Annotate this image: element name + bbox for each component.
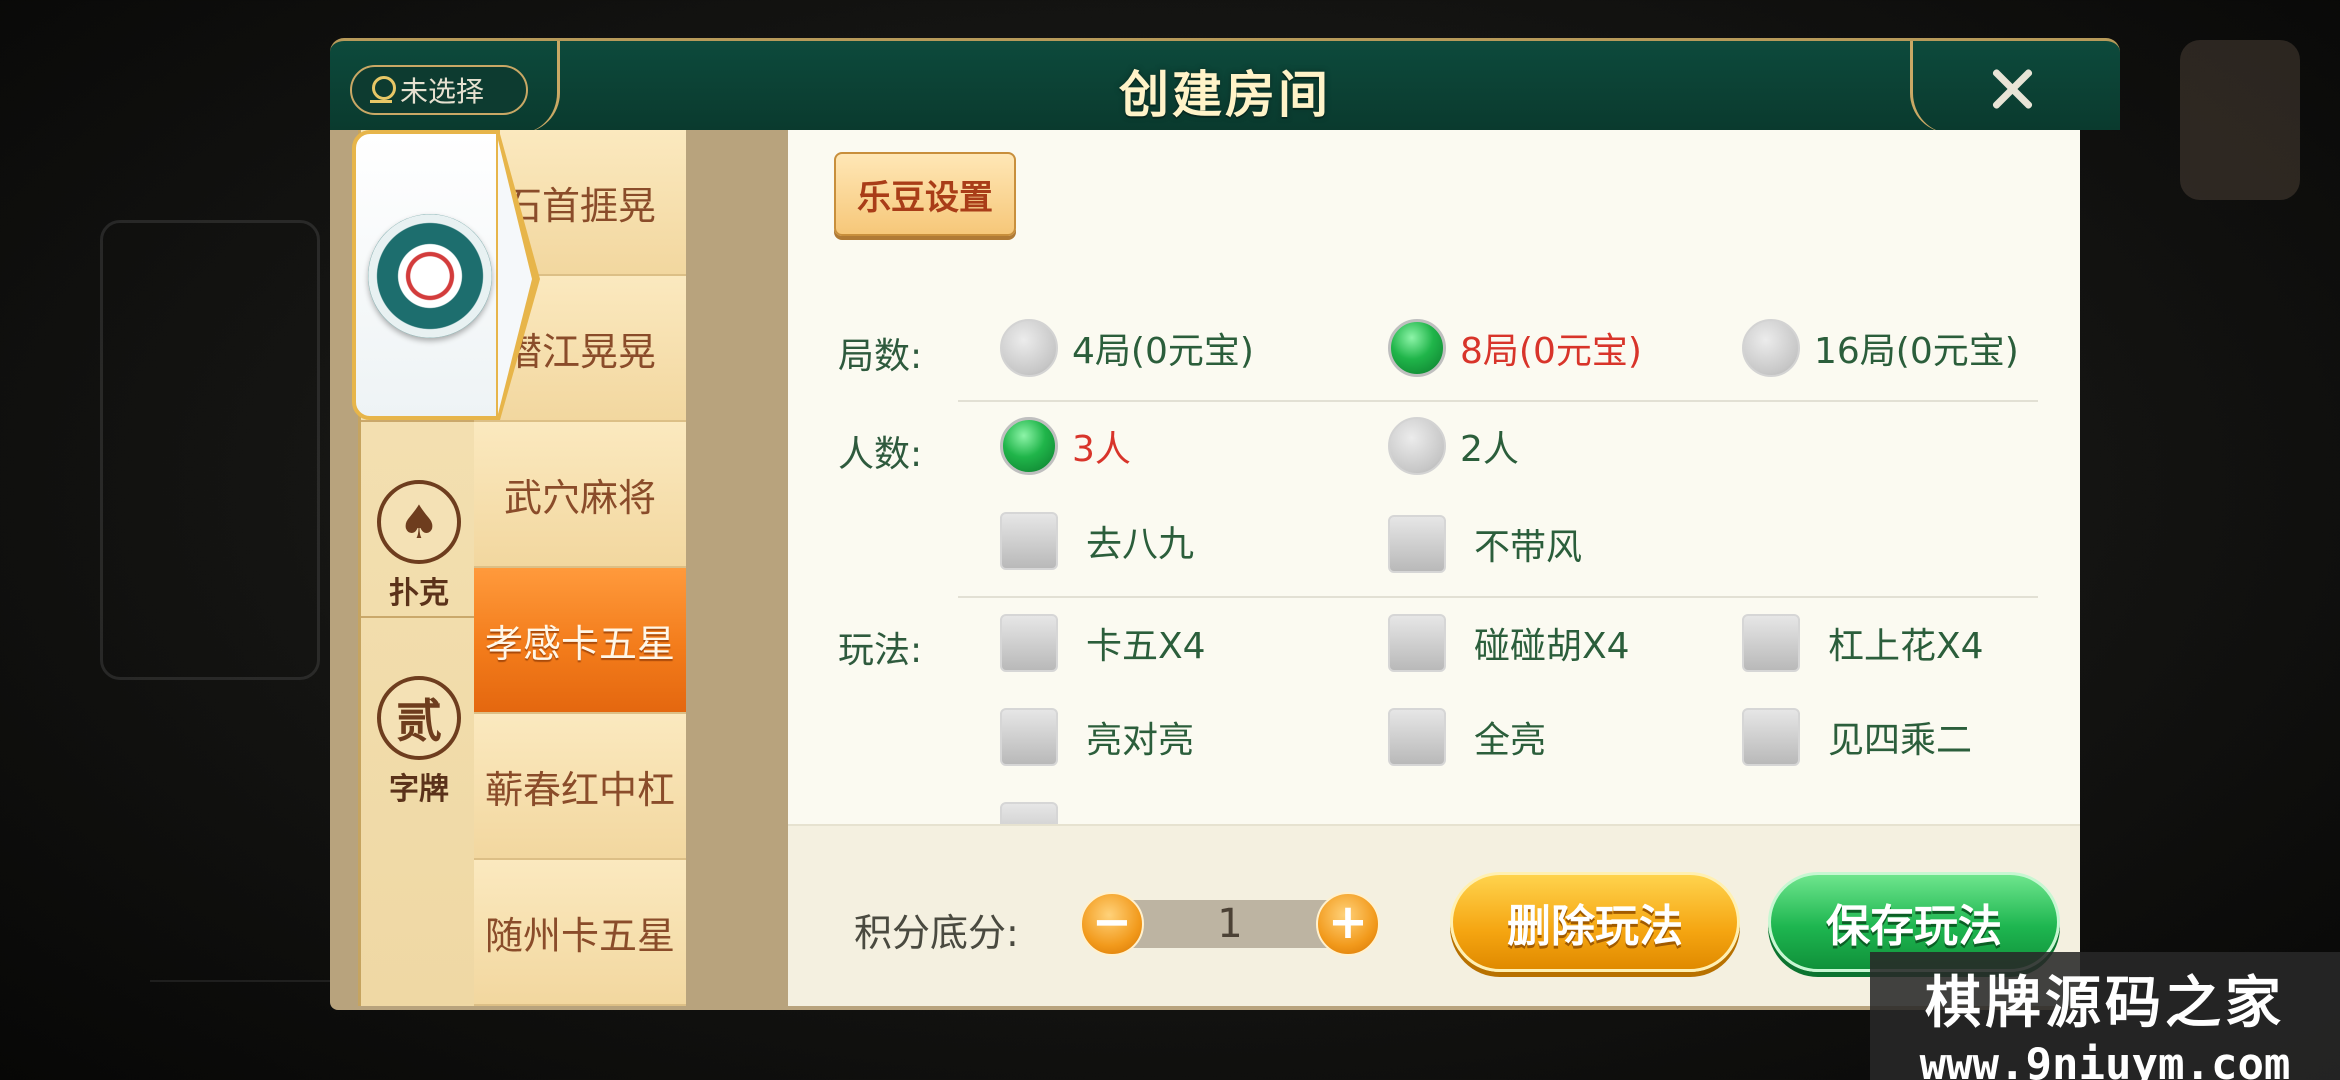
close-icon[interactable] — [1984, 61, 2040, 117]
rule-jiansichenger[interactable]: 见四乘二 — [1742, 708, 1972, 766]
category-mahjong-selected[interactable] — [352, 130, 540, 420]
category-divider — [361, 420, 477, 422]
dialog-header: 未选择 创建房间 — [330, 38, 2120, 133]
checkbox — [1000, 512, 1058, 570]
rule-pengpenghu-x4[interactable]: 碰碰胡X4 — [1388, 614, 1630, 672]
checkbox — [1388, 708, 1446, 766]
players-option-3[interactable]: 3人 — [1000, 417, 1131, 475]
players-option-2[interactable]: 2人 — [1388, 417, 1519, 475]
option-text: 不带风 — [1474, 527, 1583, 568]
option-text: 卡五X4 — [1086, 626, 1206, 667]
option-no-wind[interactable]: 不带风 — [1388, 515, 1582, 573]
option-text: 全亮 — [1474, 720, 1547, 761]
mahjong-emblem-icon — [368, 214, 492, 338]
base-score-stepper: 1 − + — [1080, 892, 1380, 956]
option-text: 3人 — [1072, 429, 1131, 470]
divider — [958, 400, 2038, 402]
rule-quanliang[interactable]: 全亮 — [1388, 708, 1546, 766]
spade-icon: ♠ — [377, 480, 461, 564]
option-text: 亮对亮 — [1086, 720, 1195, 761]
rule-liangduiliang[interactable]: 亮对亮 — [1000, 708, 1194, 766]
rounds-option-4[interactable]: 4局(0元宝) — [1000, 319, 1254, 377]
checkbox — [1000, 802, 1058, 824]
rules-label: 玩法: — [838, 630, 923, 671]
create-room-dialog: 未选择 创建房间 ♠ 扑克 贰 字牌 石首捱晃 潜江晃晃 武穴麻将 孝感卡五星 … — [330, 38, 2120, 1018]
category-label: 扑克 — [389, 576, 449, 611]
checkbox — [1742, 614, 1800, 672]
checkbox — [1388, 515, 1446, 573]
settings-scroll-area[interactable]: 乐豆设置 局数: 4局(0元宝) 8局(0元宝) 16局(0元宝) 人数: 3人… — [788, 130, 2080, 824]
option-text: 去八九 — [1086, 524, 1195, 565]
rounds-label: 局数: — [838, 336, 923, 377]
option-text: 4局(0元宝) — [1072, 331, 1254, 372]
watermark: 棋牌源码之家 www.9niuym.com — [1870, 952, 2340, 1080]
option-text: 碰碰胡X4 — [1474, 626, 1630, 667]
game-item-selected[interactable]: 孝感卡五星 — [474, 568, 686, 714]
background-avatar — [2180, 40, 2300, 200]
selected-arrow-inner — [498, 140, 532, 414]
rule-partial-checkbox[interactable] — [1000, 802, 1058, 824]
background-friend-circle-card — [100, 220, 320, 680]
delete-rules-button[interactable]: 删除玩法 — [1450, 872, 1740, 972]
game-item[interactable]: 蕲春红中杠 — [474, 714, 686, 860]
watermark-title: 棋牌源码之家 — [1925, 971, 2285, 1036]
radio-button — [1742, 319, 1800, 377]
checkbox — [1000, 614, 1058, 672]
players-label: 人数: — [838, 434, 923, 475]
plus-button[interactable]: + — [1316, 892, 1380, 956]
category-poker[interactable]: ♠ 扑克 — [361, 480, 477, 612]
rule-kawu-x4[interactable]: 卡五X4 — [1000, 614, 1206, 672]
option-remove-89[interactable]: 去八九 — [1000, 512, 1194, 570]
base-score-label: 积分底分: — [854, 911, 1019, 955]
minus-button[interactable]: − — [1080, 892, 1144, 956]
dialog-title: 创建房间 — [1119, 66, 1331, 124]
checkbox — [1742, 708, 1800, 766]
game-item[interactable]: 武穴麻将 — [474, 422, 686, 568]
bean-settings-button[interactable]: 乐豆设置 — [834, 152, 1016, 236]
radio-button-selected — [1000, 417, 1058, 475]
option-text: 2人 — [1460, 429, 1519, 470]
category-zipai[interactable]: 贰 字牌 — [361, 676, 477, 808]
rounds-option-16[interactable]: 16局(0元宝) — [1742, 319, 2019, 377]
option-text: 16局(0元宝) — [1814, 331, 2019, 372]
watermark-url: www.9niuym.com — [1919, 1039, 2291, 1080]
radio-button — [1000, 319, 1058, 377]
zipai-emblem-icon: 贰 — [377, 676, 461, 760]
rule-gangshanghua-x4[interactable]: 杠上花X4 — [1742, 614, 1984, 672]
rounds-option-8[interactable]: 8局(0元宝) — [1388, 319, 1642, 377]
category-label: 字牌 — [389, 772, 449, 807]
option-text: 见四乘二 — [1828, 720, 1973, 761]
game-item[interactable]: 随州卡五星 — [474, 860, 686, 1006]
checkbox — [1388, 614, 1446, 672]
category-divider — [361, 616, 477, 618]
settings-content: 乐豆设置 局数: 4局(0元宝) 8局(0元宝) 16局(0元宝) 人数: 3人… — [788, 130, 2080, 1006]
option-text: 杠上花X4 — [1828, 626, 1984, 667]
radio-button-selected — [1388, 319, 1446, 377]
divider — [958, 596, 2038, 598]
dialog-body: ♠ 扑克 贰 字牌 石首捱晃 潜江晃晃 武穴麻将 孝感卡五星 蕲春红中杠 随州卡… — [330, 130, 2080, 1010]
checkbox — [1000, 708, 1058, 766]
radio-button — [1388, 417, 1446, 475]
option-text: 8局(0元宝) — [1460, 331, 1642, 372]
